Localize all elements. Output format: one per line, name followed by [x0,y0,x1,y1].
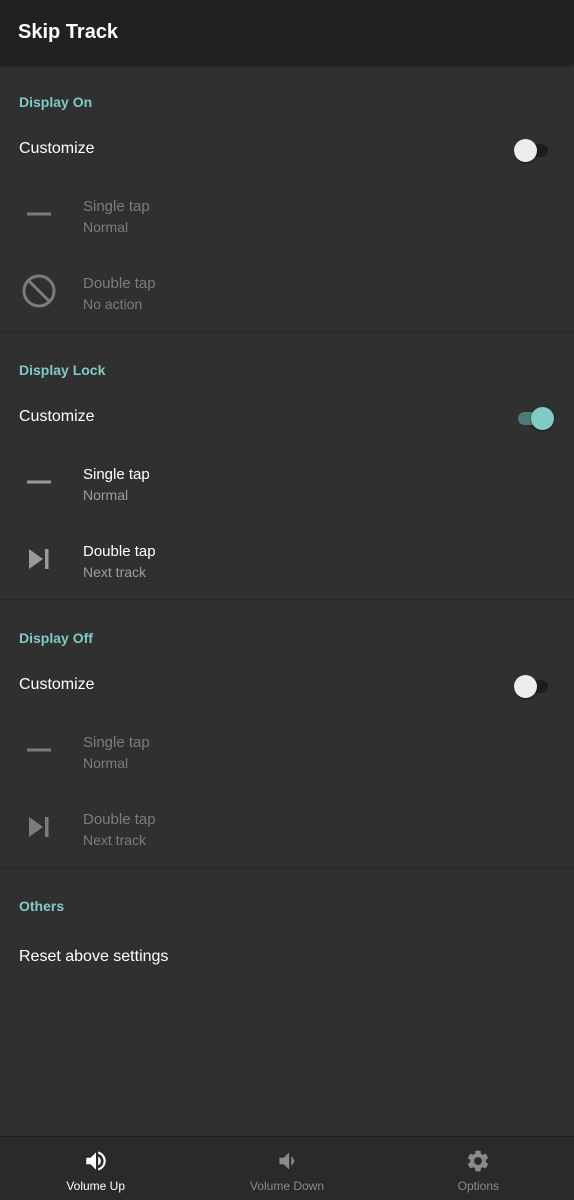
section-header: Display Lock [19,362,106,378]
nav-label: Volume Up [66,1179,126,1193]
double-tap-value: Next track [83,564,147,580]
gear-icon [468,1150,489,1172]
nav-volume-down[interactable]: Volume Down [191,1137,382,1200]
reset-settings-row[interactable]: Reset above settings [0,924,574,980]
single-tap-value: Normal [83,487,129,503]
skip-next-icon [19,807,59,847]
double-tap-row[interactable]: Double tap Next track [0,791,574,863]
minus-icon [19,194,59,234]
section-display-off: Display Off Customize Single tap Normal … [0,600,574,868]
reset-settings-label: Reset above settings [19,948,169,965]
bottom-navigation: Volume Up Volume Down Options [0,1136,574,1200]
customize-row[interactable]: Customize [0,388,574,446]
customize-label: Customize [19,676,95,693]
skip-next-icon [19,539,59,579]
toggle-thumb [531,407,554,430]
double-tap-row[interactable]: Double tap Next track [0,523,574,595]
toggle-thumb [514,675,537,698]
single-tap-label: Single tap [83,198,150,215]
customize-toggle[interactable] [516,407,554,430]
double-tap-row[interactable]: Double tap No action [0,255,574,327]
section-header: Display On [19,94,93,110]
customize-label: Customize [19,408,95,425]
double-tap-value: Next track [83,832,147,848]
page-title: Skip Track [18,20,119,43]
single-tap-label: Single tap [83,734,150,751]
customize-toggle[interactable] [514,675,552,698]
single-tap-value: Normal [83,219,129,235]
nav-label: Volume Down [249,1179,325,1193]
nav-volume-up[interactable]: Volume Up [0,1137,191,1200]
customize-toggle[interactable] [514,139,552,162]
section-display-lock: Display Lock Customize Single tap Normal… [0,332,574,600]
nav-options[interactable]: Options [383,1137,574,1200]
double-tap-label: Double tap [83,543,156,560]
single-tap-label: Single tap [83,466,150,483]
section-header: Others [19,898,65,914]
section-display-on: Display On Customize Single tap Normal D… [0,64,574,332]
settings-list: Display On Customize Single tap Normal D… [0,64,574,988]
single-tap-row[interactable]: Single tap Normal [0,446,574,518]
block-icon [19,271,59,311]
double-tap-label: Double tap [83,811,156,828]
section-others: Others Reset above settings [0,868,574,988]
single-tap-value: Normal [83,755,129,771]
toggle-thumb [514,139,537,162]
single-tap-row[interactable]: Single tap Normal [0,178,574,250]
single-tap-row[interactable]: Single tap Normal [0,714,574,786]
volume-up-icon [85,1151,106,1171]
section-header: Display Off [19,630,93,646]
minus-icon [19,462,59,502]
double-tap-value: No action [83,296,143,312]
customize-label: Customize [19,140,95,157]
app-bar: Skip Track [0,0,574,64]
customize-row[interactable]: Customize [0,656,574,714]
nav-label: Options [457,1179,499,1193]
minus-icon [19,730,59,770]
double-tap-label: Double tap [83,275,156,292]
volume-down-icon [279,1152,295,1170]
customize-row[interactable]: Customize [0,120,574,178]
